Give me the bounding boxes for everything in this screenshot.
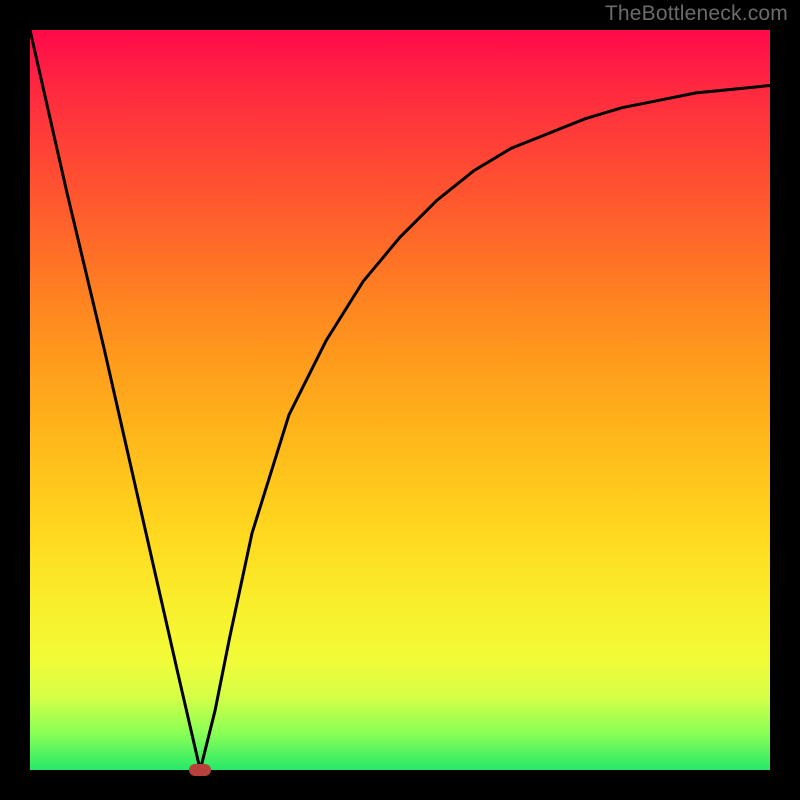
minimum-marker (189, 764, 211, 776)
bottleneck-curve (30, 30, 770, 770)
watermark-text: TheBottleneck.com (605, 2, 788, 26)
plot-area (30, 30, 770, 770)
chart-frame: TheBottleneck.com (0, 0, 800, 800)
curve-svg (30, 30, 770, 770)
